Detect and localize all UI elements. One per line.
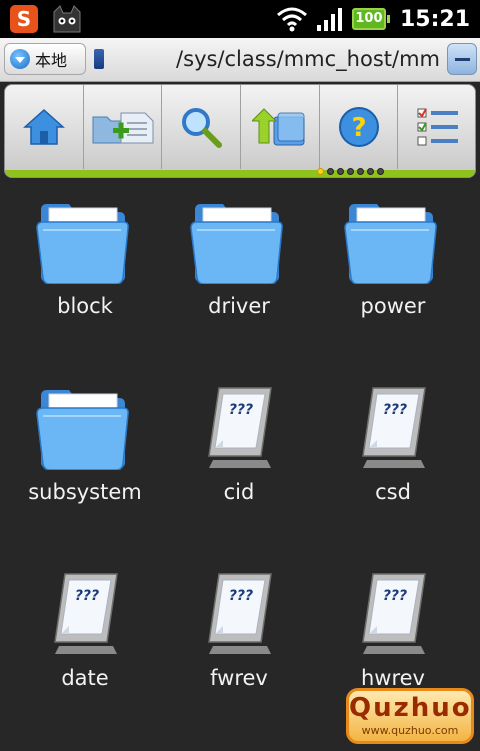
status-icons: 100 15:21 — [276, 0, 470, 38]
battery-icon: 100 — [351, 8, 390, 30]
unknown-file-icon: ??? — [54, 573, 118, 654]
file-name: power — [360, 294, 426, 318]
page-dot — [317, 168, 324, 175]
collapse-button[interactable] — [447, 43, 477, 75]
clock: 15:21 — [399, 6, 470, 32]
folder-icon — [190, 204, 283, 284]
wifi-icon — [276, 7, 307, 32]
home-button[interactable] — [5, 85, 84, 169]
page-dot — [327, 168, 334, 175]
file-item-driver[interactable]: driver — [154, 190, 304, 360]
unknown-file-icon: ??? — [208, 573, 272, 654]
page-dot — [367, 168, 374, 175]
up-button[interactable] — [241, 85, 320, 169]
file-name: date — [61, 666, 109, 690]
new-folder-icon — [92, 112, 153, 144]
file-badge: ??? — [229, 588, 253, 604]
new-folder-button[interactable] — [84, 85, 163, 169]
help-icon: ? — [338, 107, 379, 147]
search-button[interactable] — [162, 85, 242, 169]
unknown-file-icon: ??? — [208, 387, 272, 468]
file-badge: ??? — [229, 402, 253, 418]
toolbar-accent-bar — [5, 170, 475, 177]
home-icon — [22, 108, 65, 145]
file-badge: ??? — [75, 588, 99, 604]
sdcard-icon — [94, 49, 104, 69]
up-folder-icon — [251, 108, 305, 146]
page-dot — [347, 168, 354, 175]
file-name: hwrev — [360, 666, 425, 690]
folder-icon — [344, 204, 437, 284]
watermark-url: www.quzhuo.com — [361, 724, 459, 737]
unknown-file-icon: ??? — [362, 387, 426, 468]
help-button[interactable]: ? — [320, 85, 399, 169]
file-name: cid — [223, 480, 255, 504]
location-button[interactable]: 本地 — [4, 43, 86, 75]
battery-level: 100 — [355, 11, 383, 26]
file-item-block[interactable]: block — [0, 190, 150, 360]
folder-icon — [36, 204, 129, 284]
file-item-cid[interactable]: ??? cid — [154, 376, 304, 546]
watermark-title: Quzhuo — [349, 693, 472, 723]
folder-icon — [36, 390, 129, 470]
file-name: fwrev — [210, 666, 268, 690]
path-bar: 本地 /sys/class/mmc_host/mm — [0, 38, 480, 82]
file-badge: ??? — [383, 402, 407, 418]
location-label: 本地 — [35, 51, 68, 70]
page-dot — [337, 168, 344, 175]
file-item-csd[interactable]: ??? csd — [308, 376, 458, 546]
signal-icon — [316, 8, 342, 31]
current-path[interactable]: /sys/class/mmc_host/mm — [118, 47, 440, 73]
sogou-input-icon: S — [10, 5, 38, 33]
screen: S 100 15:21 本地 /sys/class/mmc_host/mm ? … — [0, 0, 480, 751]
toolbar-page-indicator — [317, 168, 384, 175]
file-name: csd — [375, 480, 411, 504]
unknown-file-icon: ??? — [362, 573, 426, 654]
watermark-logo: Quzhuo www.quzhuo.com — [346, 688, 474, 744]
file-name: driver — [208, 294, 270, 318]
toolbar: ? — [4, 84, 476, 178]
file-item-power[interactable]: power — [308, 190, 458, 360]
search-icon — [182, 108, 223, 148]
file-name: block — [57, 294, 113, 318]
status-bar: S 100 15:21 — [0, 0, 480, 38]
file-badge: ??? — [383, 588, 407, 604]
view-button[interactable] — [398, 85, 475, 169]
page-dot — [377, 168, 384, 175]
page-dot — [357, 168, 364, 175]
file-item-date[interactable]: ??? date — [0, 562, 150, 732]
dropdown-circle-icon — [10, 49, 30, 69]
file-name: subsystem — [28, 480, 142, 504]
file-item-fwrev[interactable]: ??? fwrev — [154, 562, 304, 732]
file-item-subsystem[interactable]: subsystem — [0, 376, 150, 546]
list-view-icon — [417, 108, 458, 146]
svg-text:?: ? — [351, 113, 366, 143]
cat-app-icon — [53, 5, 81, 33]
